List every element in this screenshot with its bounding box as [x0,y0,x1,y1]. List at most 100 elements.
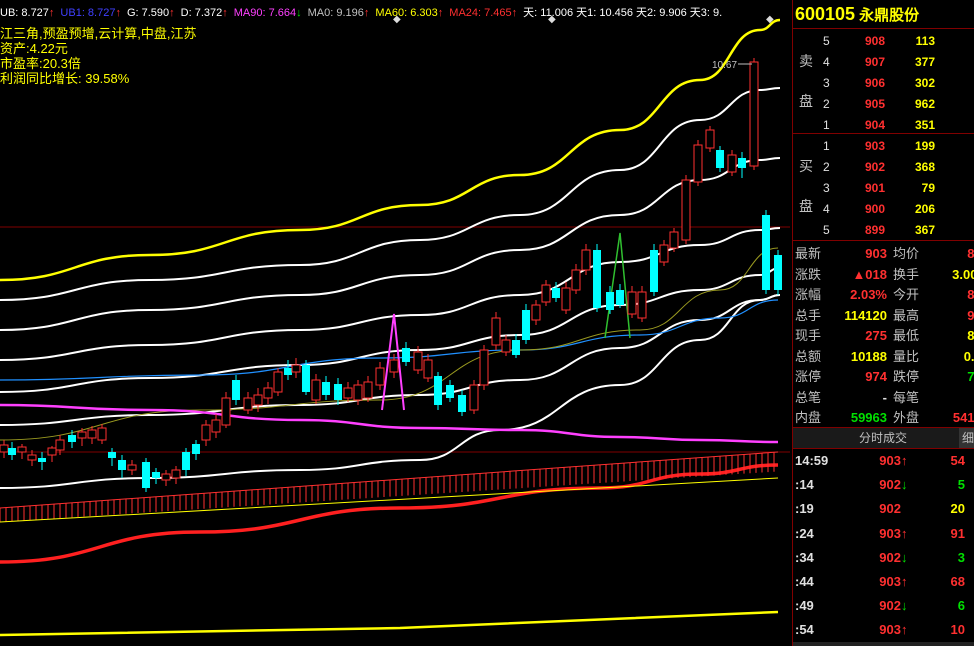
tick-row[interactable]: :19 902 20 [793,497,974,521]
tick-row[interactable]: :24 903 ↑ 91 [793,522,974,546]
candle-body [469,384,479,411]
candle-body [152,472,160,478]
stat-value: 903 [865,246,887,261]
buy-level-row[interactable]: 4 900 206 [793,199,974,220]
quote-stats: 最新 903 均价 893 涨跌 ▲018 换手 3.00% 涨幅 2.03% 今开 888 总手 114… [793,241,974,428]
spike-green [604,232,631,339]
info-line-growth: 利润同比增长: 39.58% [0,71,130,86]
candle-body [201,424,211,441]
sidebar-bottom-tabs[interactable] [793,642,974,646]
tick-price: 903 [879,574,901,589]
sell-level-row[interactable]: 2 905 962 [793,94,974,115]
candle-body [284,368,292,375]
stat-value: 974 [865,369,887,384]
tick-volume: 5 [957,477,965,493]
tick-row[interactable]: :54 903 ↑ 10 [793,618,974,642]
candle-body [434,376,442,405]
candle-body [561,287,571,311]
stat-row: 内盘 59963 外盘 54157 [793,407,974,428]
buy-level: 3 [823,181,830,195]
candle-body [402,348,410,362]
sell-level-row[interactable]: 3 906 302 [793,73,974,94]
candle-body [375,367,385,386]
candle-body [47,447,57,456]
candle-body [716,150,724,168]
stat-label: 跌停 [893,369,920,384]
stat-value: 59963 [850,410,887,425]
buy-level-row[interactable]: 2 902 368 [793,157,974,178]
sell-qty: 962 [914,97,935,111]
candle-body [423,359,433,379]
candle-body [142,462,150,488]
buy-level-row[interactable]: 1 903 199 [793,136,974,157]
tick-volume: 3 [957,549,965,565]
tick-row[interactable]: :44 903 ↑ 68 [793,570,974,594]
tick-price: 902 [879,477,901,493]
tick-time: :34 [795,549,814,565]
candle-body [491,317,501,346]
buy-price: 900 [864,202,885,216]
candle-body [192,444,200,454]
stat-row: 涨停 974 跌停 797 [793,366,974,387]
tick-volume: 10 [950,622,965,638]
quote-sidebar: 600105 永鼎股份 卖 盘 5 908 113 4 907 377 3 906 302 2 905… [792,0,974,646]
sell-level: 2 [823,97,830,111]
candle-body [273,371,283,393]
buy-level-row[interactable]: 3 901 79 [793,178,974,199]
diamond-marker-icon: ◆ [548,14,556,25]
candle-body [334,384,342,400]
candle-body [637,291,647,319]
sell-price: 905 [864,97,885,111]
stock-name: 永鼎股份 [859,7,920,24]
stat-row: 最新 903 均价 893 [793,243,974,264]
stat-label: 总笔 [795,389,822,405]
tick-row[interactable]: :14 902 ↓ 5 [793,473,974,497]
stock-title[interactable]: 600105 永鼎股份 [793,0,974,29]
candle-body [17,446,27,453]
tick-time: 14:59 [795,453,829,468]
tick-list[interactable]: 14:59 903 ↑ 54:14 902 ↓ 5:19 902 20:24 903 ↑ 91:34 9… [793,449,974,646]
tick-detail-tab[interactable]: 细 [959,428,974,448]
sell-level: 4 [823,55,830,69]
stat-value: ▲018 [852,266,887,282]
sell-price: 906 [864,76,885,90]
sell-price: 908 [864,34,885,48]
candle-body [253,394,263,406]
candle-body [479,349,489,386]
candle-body [552,288,560,298]
sell-order-book: 卖 盘 5 908 113 4 907 377 3 906 302 2 905 962 1 904 351 [793,29,974,134]
candle-body [211,419,221,433]
arrow-up-icon: ↑ [901,525,908,541]
marker-row: ◆ ◆ ◆ [0,14,790,25]
stat-label: 总额 [795,348,822,364]
diamond-marker-icon: ◆ [766,14,774,25]
candle-body [127,464,137,471]
tick-row[interactable]: 14:59 903 ↑ 54 [793,449,974,473]
sell-level-row[interactable]: 5 908 113 [793,31,974,52]
kline-chart[interactable]: 10.67 [0,0,790,646]
candle-body [669,231,679,249]
kline-chart-panel[interactable]: 10.67 UB: 8.727↑ UB1: 8.727↑ G: 7.590↑ D: 7… [0,0,790,646]
stat-label: 最高 [893,307,920,323]
ma60-yellow-line [0,610,779,637]
tick-list-header[interactable]: 分时成交 细 [793,428,974,449]
tick-time: :49 [795,598,814,614]
sell-level-row[interactable]: 4 907 377 [793,52,974,73]
candle-body [774,255,782,290]
stat-label: 外盘 [893,410,920,425]
stat-label: 换手 [893,266,920,282]
candle-body [322,382,330,395]
buy-level: 5 [823,223,830,237]
sell-qty: 113 [915,34,935,48]
candle-body [659,244,669,263]
stat-value: 10188 [850,348,887,364]
stat-label: 现手 [795,328,822,343]
stat-label: 涨跌 [795,266,822,282]
tick-row[interactable]: :49 902 ↓ 6 [793,594,974,618]
stat-label: 量比 [893,348,920,364]
tick-row[interactable]: :34 902 ↓ 3 [793,546,974,570]
buy-level-row[interactable]: 5 899 367 [793,220,974,241]
stat-label: 每笔 [893,389,920,405]
sell-level-row[interactable]: 1 904 351 [793,115,974,136]
stat-value: 275 [865,328,887,343]
